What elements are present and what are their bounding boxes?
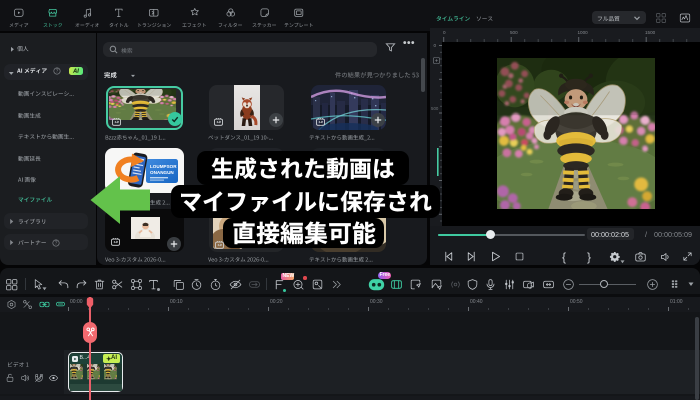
svg-text:?: ? [56, 69, 59, 75]
svg-text:ONANGUN: ONANGUN [150, 170, 174, 175]
svg-text:?: ? [55, 241, 58, 247]
svg-text:LOUMPSOR: LOUMPSOR [150, 164, 177, 169]
